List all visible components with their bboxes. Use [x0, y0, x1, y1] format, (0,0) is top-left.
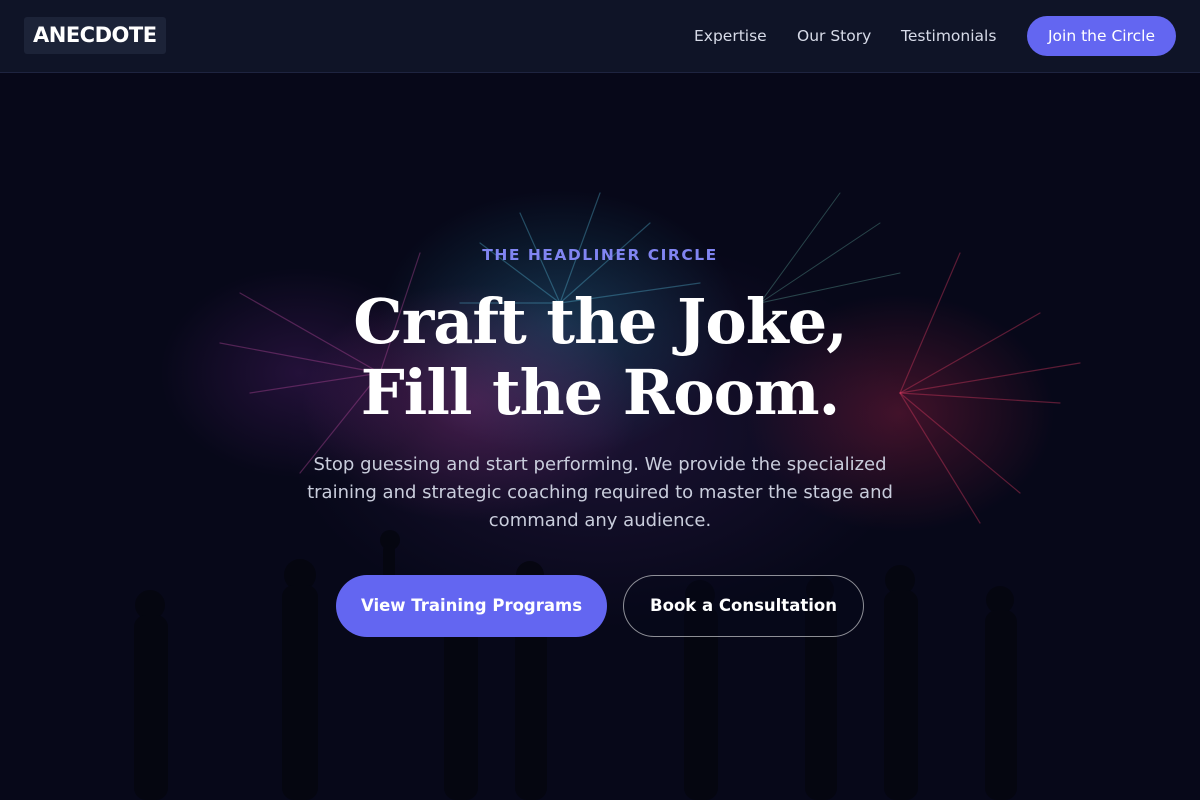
hero-headline: Craft the Joke, Fill the Room. [0, 286, 1200, 428]
book-consultation-button[interactable]: Book a Consultation [623, 575, 864, 637]
crowd-silhouette [134, 530, 1017, 800]
hero-eyebrow: THE HEADLINER CIRCLE [482, 246, 718, 264]
nav-link-testimonials[interactable]: Testimonials [901, 25, 996, 47]
headline-line-1: Craft the Joke, [353, 285, 848, 358]
brand-logo[interactable]: ANECDOTE [24, 17, 166, 54]
nav-link-our-story[interactable]: Our Story [797, 25, 871, 47]
hero-description: Stop guessing and start performing. We p… [307, 454, 893, 531]
nav-link-expertise[interactable]: Expertise [694, 25, 767, 47]
site-header: ANECDOTE Expertise Our Story Testimonial… [0, 0, 1200, 73]
landing-page: ANECDOTE Expertise Our Story Testimonial… [0, 0, 1200, 800]
join-circle-button[interactable]: Join the Circle [1027, 16, 1176, 56]
view-training-programs-button[interactable]: View Training Programs [336, 575, 607, 637]
headline-line-2: Fill the Room. [360, 356, 840, 429]
